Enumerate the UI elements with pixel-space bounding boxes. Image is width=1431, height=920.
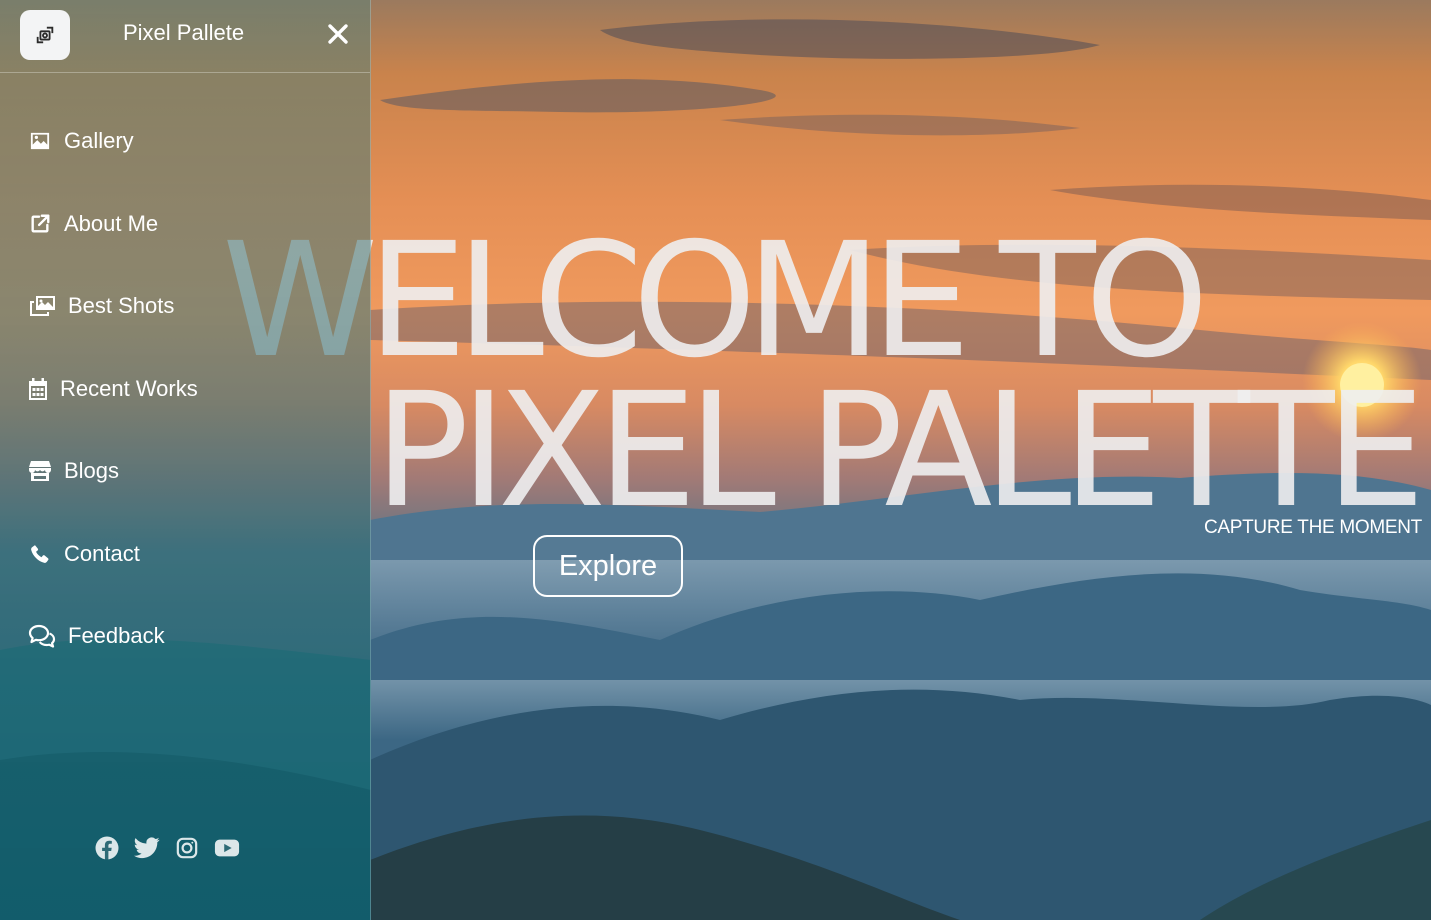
sidebar-item-label: Recent Works xyxy=(60,376,198,401)
facebook-icon[interactable] xyxy=(94,835,120,861)
social-links xyxy=(94,835,240,861)
sidebar-item-recent-works[interactable]: Recent Works xyxy=(28,371,198,407)
twitter-icon[interactable] xyxy=(134,835,160,861)
sidebar-item-label: Blogs xyxy=(64,458,120,483)
explore-button[interactable]: Explore xyxy=(533,535,683,597)
sidebar-item-best-shots[interactable]: Best Shots xyxy=(28,288,174,324)
sidebar-item-gallery[interactable]: Gallery xyxy=(28,123,134,159)
calendar-icon xyxy=(28,377,48,401)
instagram-icon[interactable] xyxy=(174,835,200,861)
sidebar: Pixel Pallete Gallery About Me Best Shot… xyxy=(0,0,371,920)
hero-headline-line2: PIXEL PALETTE xyxy=(374,359,1425,543)
camera-rotate-icon xyxy=(36,26,54,44)
logo[interactable] xyxy=(20,10,70,60)
store-icon xyxy=(28,459,52,483)
photos-icon xyxy=(28,294,56,318)
sidebar-item-label: Gallery xyxy=(64,128,134,153)
hero-tagline: CAPTURE THE MOMENT xyxy=(1203,517,1422,538)
close-icon xyxy=(328,24,348,44)
sidebar-item-label: Best Shots xyxy=(68,293,175,318)
sidebar-item-blogs[interactable]: Blogs xyxy=(28,453,119,489)
phone-icon xyxy=(28,542,52,566)
sidebar-item-label: Feedback xyxy=(68,623,165,648)
chat-bubbles-icon xyxy=(28,624,56,648)
sidebar-item-feedback[interactable]: Feedback xyxy=(28,618,165,654)
image-icon xyxy=(28,129,52,153)
external-link-icon xyxy=(28,212,52,236)
sidebar-item-about-me[interactable]: About Me xyxy=(28,206,158,242)
sidebar-item-label: About Me xyxy=(64,211,159,236)
sidebar-header: Pixel Pallete xyxy=(0,0,370,73)
sidebar-item-contact[interactable]: Contact xyxy=(28,536,140,572)
youtube-icon[interactable] xyxy=(214,835,240,861)
sidebar-item-label: Contact xyxy=(64,541,140,566)
brand-name: Pixel Pallete xyxy=(123,20,245,45)
close-sidebar-button[interactable] xyxy=(322,18,354,50)
